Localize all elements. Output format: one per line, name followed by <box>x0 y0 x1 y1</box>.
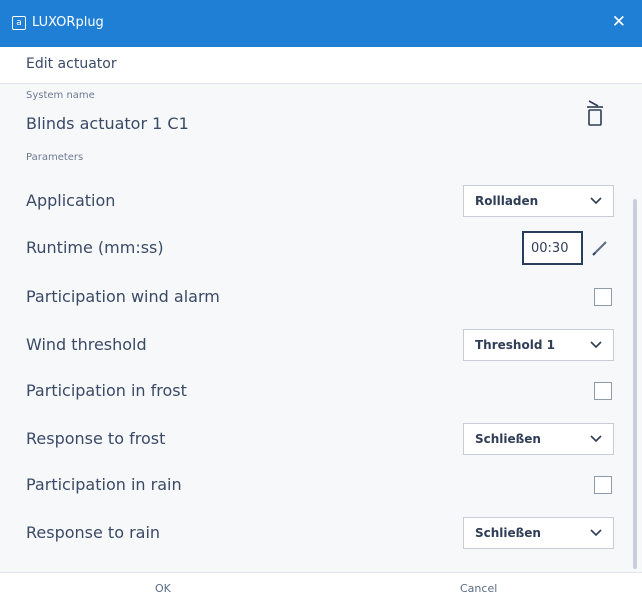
chevron-down-icon <box>590 529 602 537</box>
scrollbar-thumb[interactable] <box>633 199 637 569</box>
system-name-value: Blinds actuator 1 C1 <box>26 114 189 133</box>
close-icon[interactable]: ✕ <box>612 13 626 31</box>
app-title: LUXORplug <box>32 15 104 30</box>
trash-icon[interactable] <box>584 98 606 128</box>
wind-alarm-checkbox[interactable] <box>594 288 612 306</box>
title-bar: a LUXORplug ✕ <box>0 0 642 47</box>
frost-participation-label: Participation in frost <box>26 381 187 400</box>
chevron-down-icon <box>590 435 602 443</box>
runtime-value: 00:30 <box>531 241 569 256</box>
rain-response-label: Response to rain <box>26 523 161 542</box>
frost-participation-checkbox[interactable] <box>594 382 612 400</box>
wind-threshold-select[interactable]: Threshold 1 <box>463 329 614 361</box>
system-name-label: System name <box>26 90 95 101</box>
chevron-down-icon <box>590 197 602 205</box>
frost-response-value: Schließen <box>475 432 541 446</box>
rain-participation-label: Participation in rain <box>26 475 182 494</box>
rain-response-select[interactable]: Schließen <box>463 517 614 549</box>
application-select[interactable]: Rollladen <box>463 185 614 217</box>
dialog-content: System name Blinds actuator 1 C1 Paramet… <box>0 84 642 572</box>
rain-response-value: Schließen <box>475 526 541 540</box>
frost-response-label: Response to frost <box>26 429 166 448</box>
dialog-footer: OK Cancel <box>0 572 642 608</box>
application-label: Application <box>26 191 116 210</box>
runtime-input[interactable]: 00:30 <box>522 231 583 265</box>
application-value: Rollladen <box>475 194 539 208</box>
runtime-label: Runtime (mm:ss) <box>26 238 164 257</box>
cancel-button[interactable]: Cancel <box>460 582 497 595</box>
rain-participation-checkbox[interactable] <box>594 476 612 494</box>
dialog-title: Edit actuator <box>26 56 117 72</box>
wind-alarm-label: Participation wind alarm <box>26 287 220 306</box>
wind-threshold-value: Threshold 1 <box>475 338 555 352</box>
wind-threshold-label: Wind threshold <box>26 335 147 354</box>
parameters-label: Parameters <box>26 152 84 163</box>
ok-button[interactable]: OK <box>155 582 171 595</box>
app-icon: a <box>12 16 26 30</box>
pencil-icon[interactable] <box>591 239 609 257</box>
dialog-header: Edit actuator <box>0 47 642 84</box>
frost-response-select[interactable]: Schließen <box>463 423 614 455</box>
chevron-down-icon <box>590 341 602 349</box>
